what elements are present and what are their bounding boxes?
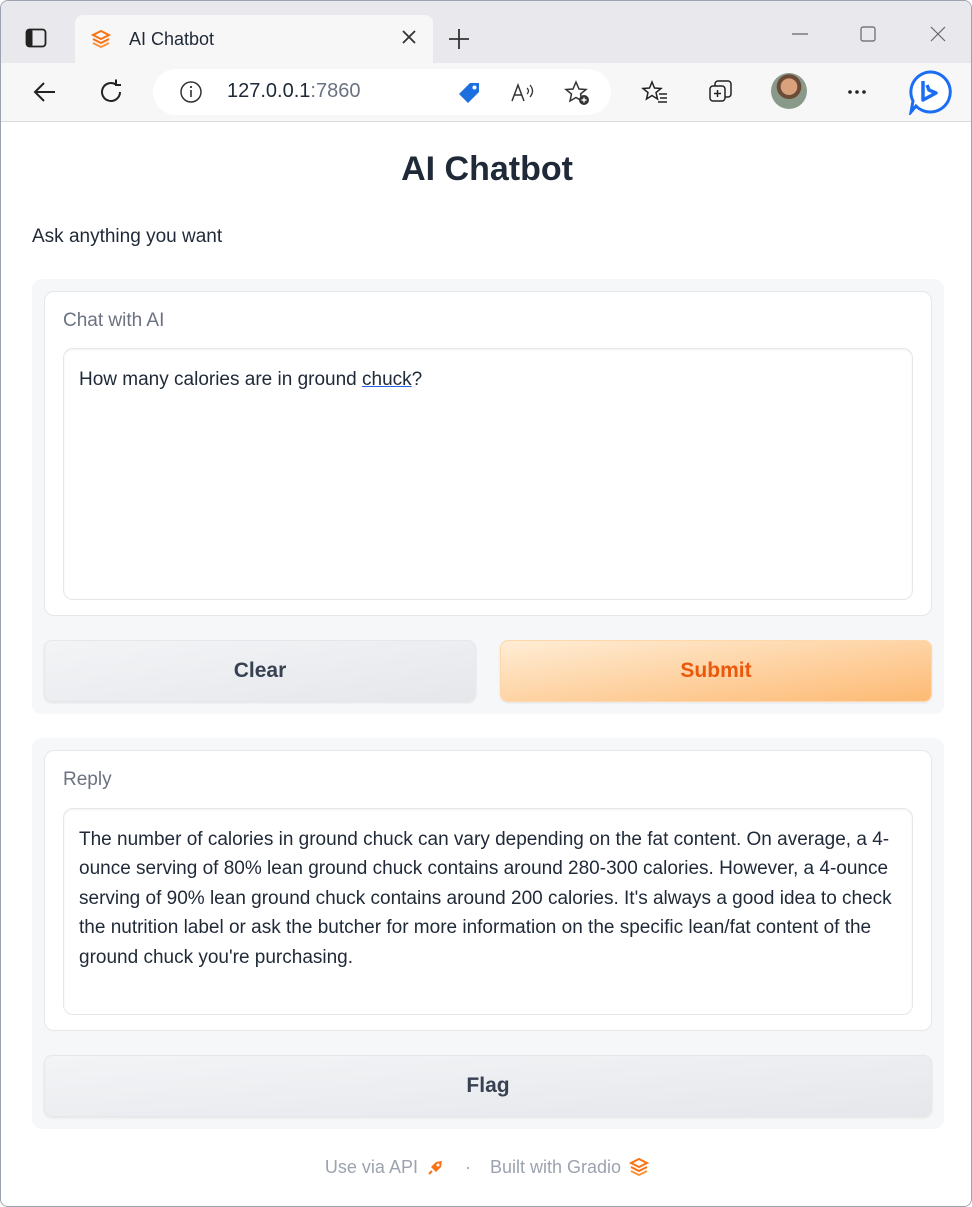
output-panel: Reply The number of calories in ground c… bbox=[32, 738, 944, 1129]
favorites-icon[interactable] bbox=[641, 78, 669, 106]
info-icon[interactable] bbox=[179, 80, 203, 104]
address-bar[interactable]: 127.0.0.1:7860 bbox=[153, 69, 611, 115]
minimize-icon[interactable] bbox=[789, 23, 811, 45]
collections-icon[interactable] bbox=[707, 78, 735, 106]
reply-output[interactable]: The number of calories in ground chuck c… bbox=[63, 808, 913, 1015]
close-icon[interactable] bbox=[399, 27, 419, 47]
add-favorite-icon[interactable] bbox=[563, 79, 591, 107]
read-aloud-icon[interactable] bbox=[509, 79, 537, 107]
input-block: Chat with AI How many calories are in gr… bbox=[44, 291, 932, 616]
clear-button[interactable]: Clear bbox=[44, 640, 476, 702]
tab-bar: AI Chatbot bbox=[1, 1, 971, 63]
output-block: Reply The number of calories in ground c… bbox=[44, 750, 932, 1031]
tag-icon[interactable] bbox=[455, 79, 483, 107]
reply-text: The number of calories in ground chuck c… bbox=[79, 829, 892, 968]
url-port: :7860 bbox=[310, 80, 361, 102]
url-host: 127.0.0.1 bbox=[227, 80, 311, 102]
gradio-logo-icon bbox=[628, 1158, 650, 1177]
tab-title: AI Chatbot bbox=[129, 29, 215, 49]
plus-icon[interactable] bbox=[447, 27, 471, 51]
rocket-icon bbox=[428, 1161, 442, 1175]
chat-input[interactable]: How many calories are in ground chuck? bbox=[63, 348, 913, 600]
use-via-api-link[interactable]: Use via API bbox=[325, 1157, 418, 1177]
input-text-underlined: chuck bbox=[362, 369, 412, 390]
footer-separator: · bbox=[464, 1156, 471, 1177]
chat-input-text: How many calories are in ground chuck? bbox=[79, 365, 894, 394]
bing-icon[interactable] bbox=[907, 69, 953, 118]
input-text-before: How many calories are in ground bbox=[79, 369, 363, 390]
page-title: AI Chatbot bbox=[401, 150, 573, 188]
output-label: Reply bbox=[63, 769, 112, 790]
url-text: 127.0.0.1:7860 bbox=[227, 80, 360, 103]
browser-toolbar: 127.0.0.1:7860 bbox=[1, 63, 971, 122]
refresh-icon[interactable] bbox=[97, 78, 125, 106]
browser-window: AI Chatbot 127.0.0.1:7860 AI Chatbot Ask… bbox=[0, 0, 972, 1207]
back-icon[interactable] bbox=[31, 78, 59, 106]
tab-ai-chatbot[interactable]: AI Chatbot bbox=[75, 15, 433, 63]
sidebar-toggle-icon[interactable] bbox=[25, 27, 47, 49]
app-description: Ask anything you want bbox=[32, 226, 223, 247]
maximize-icon[interactable] bbox=[857, 23, 879, 45]
flag-button[interactable]: Flag bbox=[44, 1055, 932, 1117]
input-label: Chat with AI bbox=[63, 310, 165, 331]
footer: Use via API · Built with Gradio bbox=[1, 1156, 971, 1178]
page-content: AI Chatbot Ask anything you want Chat wi… bbox=[1, 122, 971, 1206]
more-icon[interactable] bbox=[843, 78, 871, 106]
close-window-icon[interactable] bbox=[927, 23, 949, 45]
submit-button[interactable]: Submit bbox=[500, 640, 932, 702]
input-text-after: ? bbox=[411, 369, 423, 390]
gradio-logo-icon bbox=[90, 29, 112, 49]
avatar[interactable] bbox=[771, 73, 807, 109]
built-with-gradio-link[interactable]: Built with Gradio bbox=[490, 1157, 621, 1177]
input-panel: Chat with AI How many calories are in gr… bbox=[32, 279, 944, 714]
